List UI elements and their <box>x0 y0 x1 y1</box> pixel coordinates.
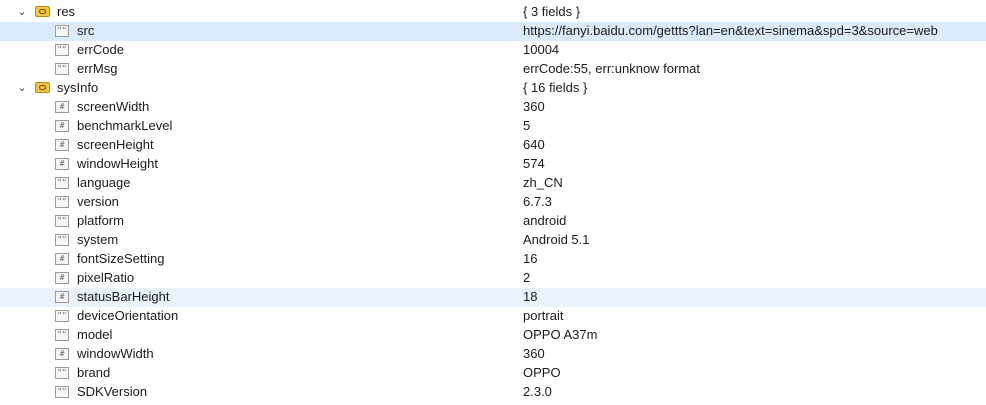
field-key: statusBarHeight <box>77 289 170 304</box>
field-value: OPPO A37m <box>523 327 598 342</box>
field-key: brand <box>77 365 111 380</box>
field-key: benchmarkLevel <box>77 118 173 133</box>
number-icon: # <box>55 253 69 265</box>
node-summary: { 16 fields } <box>523 80 588 95</box>
field-key: deviceOrientation <box>77 308 179 323</box>
field-key: SDKVersion <box>77 384 148 399</box>
number-icon: # <box>55 272 69 284</box>
number-icon: # <box>55 291 69 303</box>
string-icon: "" <box>55 177 69 189</box>
string-icon: "" <box>55 367 69 379</box>
field-value: 640 <box>523 137 545 152</box>
field-value: 6.7.3 <box>523 194 552 209</box>
tree-row-system[interactable]: "" system Android 5.1 <box>0 231 986 250</box>
number-icon: # <box>55 348 69 360</box>
string-icon: "" <box>55 386 69 398</box>
field-key: windowHeight <box>77 156 158 171</box>
string-icon: "" <box>55 215 69 227</box>
field-value: 18 <box>523 289 538 304</box>
field-value: 10004 <box>523 42 560 57</box>
object-icon <box>35 6 50 17</box>
object-icon <box>35 82 50 93</box>
field-key: language <box>77 175 131 190</box>
tree-row-platform[interactable]: "" platform android <box>0 212 986 231</box>
tree-row-SDKVersion[interactable]: "" SDKVersion 2.3.0 <box>0 383 986 402</box>
field-key: fontSizeSetting <box>77 251 165 266</box>
tree-row-screenWidth[interactable]: # screenWidth 360 <box>0 98 986 117</box>
number-icon: # <box>55 139 69 151</box>
string-icon: "" <box>55 63 69 75</box>
field-key: errMsg <box>77 61 118 76</box>
field-value: 2 <box>523 270 531 285</box>
number-icon: # <box>55 101 69 113</box>
field-value: errCode:55, err:unknow format <box>523 61 701 76</box>
field-value: 16 <box>523 251 538 266</box>
field-value: https://fanyi.baidu.com/gettts?lan=en&te… <box>523 23 938 38</box>
node-summary: { 3 fields } <box>523 4 581 19</box>
field-key: errCode <box>77 42 124 57</box>
field-value: OPPO <box>523 365 561 380</box>
tree-node-sysInfo[interactable]: ⌄ sysInfo { 16 fields } <box>0 79 986 98</box>
field-value: 574 <box>523 156 545 171</box>
object-tree-view: ⌄ res { 3 fields } "" src https://fanyi.… <box>0 0 986 405</box>
tree-row-screenHeight[interactable]: # screenHeight 640 <box>0 136 986 155</box>
tree-row-windowHeight[interactable]: # windowHeight 574 <box>0 155 986 174</box>
string-icon: "" <box>55 310 69 322</box>
tree-row-statusBarHeight[interactable]: # statusBarHeight 18 <box>0 288 986 307</box>
tree-row-errMsg[interactable]: "" errMsg errCode:55, err:unknow format <box>0 60 986 79</box>
chevron-down-icon[interactable]: ⌄ <box>16 6 28 18</box>
field-key: version <box>77 194 119 209</box>
tree-row-benchmarkLevel[interactable]: # benchmarkLevel 5 <box>0 117 986 136</box>
string-icon: "" <box>55 25 69 37</box>
field-value: zh_CN <box>523 175 563 190</box>
number-icon: # <box>55 158 69 170</box>
field-key: screenWidth <box>77 99 150 114</box>
node-key: res <box>57 4 76 19</box>
tree-row-deviceOrientation[interactable]: "" deviceOrientation portrait <box>0 307 986 326</box>
field-value: 360 <box>523 99 545 114</box>
field-key: pixelRatio <box>77 270 135 285</box>
field-key: screenHeight <box>77 137 154 152</box>
field-value: portrait <box>523 308 564 323</box>
field-key: model <box>77 327 113 342</box>
tree-row-language[interactable]: "" language zh_CN <box>0 174 986 193</box>
tree-row-windowWidth[interactable]: # windowWidth 360 <box>0 345 986 364</box>
number-icon: # <box>55 120 69 132</box>
tree-row-fontSizeSetting[interactable]: # fontSizeSetting 16 <box>0 250 986 269</box>
field-key: platform <box>77 213 124 228</box>
field-key: windowWidth <box>77 346 154 361</box>
tree-row-src[interactable]: "" src https://fanyi.baidu.com/gettts?la… <box>0 22 986 41</box>
field-value: android <box>523 213 567 228</box>
string-icon: "" <box>55 44 69 56</box>
tree-row-errCode[interactable]: "" errCode 10004 <box>0 41 986 60</box>
field-value: 5 <box>523 118 531 133</box>
tree-row-pixelRatio[interactable]: # pixelRatio 2 <box>0 269 986 288</box>
field-key: src <box>77 23 95 38</box>
tree-row-version[interactable]: "" version 6.7.3 <box>0 193 986 212</box>
field-key: system <box>77 232 119 247</box>
tree-row-brand[interactable]: "" brand OPPO <box>0 364 986 383</box>
chevron-down-icon[interactable]: ⌄ <box>16 82 28 94</box>
field-value: 2.3.0 <box>523 384 552 399</box>
tree-row-model[interactable]: "" model OPPO A37m <box>0 326 986 345</box>
tree-node-res[interactable]: ⌄ res { 3 fields } <box>0 3 986 22</box>
string-icon: "" <box>55 234 69 246</box>
field-value: 360 <box>523 346 545 361</box>
field-value: Android 5.1 <box>523 232 590 247</box>
string-icon: "" <box>55 329 69 341</box>
node-key: sysInfo <box>57 80 99 95</box>
string-icon: "" <box>55 196 69 208</box>
